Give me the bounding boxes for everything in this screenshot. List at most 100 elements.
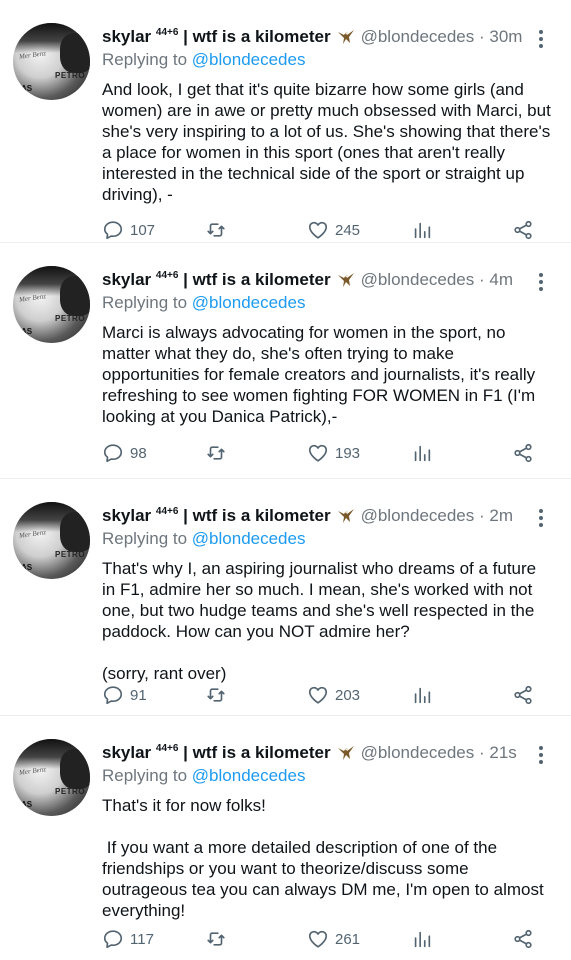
action-bar: 117 261 bbox=[102, 928, 542, 952]
like-count: 193 bbox=[335, 444, 361, 462]
reply-count: 117 bbox=[130, 930, 154, 948]
avatar-brand-text: PETRO bbox=[55, 550, 86, 559]
avatar-brand-text: PETRO bbox=[55, 314, 86, 323]
share-button[interactable] bbox=[512, 442, 534, 464]
speech-bubble-icon bbox=[103, 930, 123, 949]
reply-button[interactable]: 107 bbox=[102, 219, 155, 241]
retweet-button[interactable] bbox=[205, 684, 227, 706]
share-icon bbox=[514, 929, 532, 949]
reply-count: 98 bbox=[130, 444, 147, 462]
replying-to-link[interactable]: @blondecedes bbox=[192, 529, 306, 548]
share-button[interactable] bbox=[512, 928, 534, 950]
stats-button[interactable] bbox=[411, 684, 433, 706]
avatar-side-text: AS bbox=[21, 327, 33, 336]
replying-to: Replying to @blondecedes bbox=[102, 766, 306, 785]
bar-chart-icon bbox=[414, 931, 431, 948]
retweet-icon bbox=[207, 932, 225, 946]
speech-bubble-icon bbox=[103, 686, 123, 705]
handle-and-time[interactable]: @blondecedes · 4m bbox=[361, 270, 513, 290]
handle-and-time[interactable]: @blondecedes · 30m bbox=[361, 27, 523, 47]
like-count: 203 bbox=[335, 686, 361, 704]
replying-to: Replying to @blondecedes bbox=[102, 293, 306, 312]
display-name[interactable]: skylar 44+6 | wtf is a kilometer bbox=[102, 270, 331, 290]
like-button[interactable]: 245 bbox=[307, 219, 360, 241]
tweet[interactable]: Mer Benz PETRO AS skylar 44+6 | wtf is a… bbox=[0, 716, 571, 960]
tweet-text: That's it for now folks! If you want a m… bbox=[102, 796, 544, 920]
speech-bubble-icon bbox=[103, 444, 123, 463]
reply-button[interactable]: 117 bbox=[102, 928, 154, 950]
tweet-header: skylar 44+6 | wtf is a kilometer @blonde… bbox=[102, 268, 513, 292]
avatar-side-text: AS bbox=[21, 800, 33, 809]
more-vertical-icon[interactable] bbox=[536, 28, 546, 50]
more-vertical-icon[interactable] bbox=[536, 744, 546, 766]
replying-to-link[interactable]: @blondecedes bbox=[192, 766, 306, 785]
share-button[interactable] bbox=[512, 684, 534, 706]
replying-to-link[interactable]: @blondecedes bbox=[192, 50, 306, 69]
eagle-icon bbox=[337, 273, 354, 287]
like-button[interactable]: 203 bbox=[307, 684, 360, 706]
tweet[interactable]: Mer Benz PETRO AS skylar 44+6 | wtf is a… bbox=[0, 243, 571, 479]
avatar[interactable]: Mer Benz PETRO AS bbox=[13, 502, 90, 579]
bar-chart-icon bbox=[414, 445, 431, 462]
eagle-icon bbox=[337, 746, 354, 760]
tweet-text: And look, I get that it's quite bizarre … bbox=[102, 80, 556, 204]
retweet-button[interactable] bbox=[205, 442, 227, 464]
share-icon bbox=[514, 685, 532, 705]
share-icon bbox=[514, 443, 532, 463]
bar-chart-icon bbox=[414, 687, 431, 704]
like-count: 261 bbox=[335, 930, 361, 948]
share-icon bbox=[514, 220, 532, 240]
tweet-header: skylar 44+6 | wtf is a kilometer @blonde… bbox=[102, 504, 513, 528]
replying-to-link[interactable]: @blondecedes bbox=[192, 293, 306, 312]
avatar-brand-text: PETRO bbox=[55, 787, 86, 796]
retweet-button[interactable] bbox=[205, 928, 227, 950]
reply-button[interactable]: 98 bbox=[102, 442, 147, 464]
heart-icon bbox=[308, 686, 328, 704]
avatar-side-text: AS bbox=[21, 84, 33, 93]
handle-and-time[interactable]: @blondecedes · 2m bbox=[361, 506, 513, 526]
action-bar: 91 203 bbox=[102, 684, 542, 708]
share-button[interactable] bbox=[512, 219, 534, 241]
stats-button[interactable] bbox=[411, 219, 433, 241]
avatar[interactable]: Mer Benz PETRO AS bbox=[13, 266, 90, 343]
display-name[interactable]: skylar 44+6 | wtf is a kilometer bbox=[102, 743, 331, 763]
tweet[interactable]: Mer Benz PETRO AS skylar 44+6 | wtf is a… bbox=[0, 0, 571, 243]
eagle-icon bbox=[337, 30, 354, 44]
like-count: 245 bbox=[335, 221, 361, 239]
more-vertical-icon[interactable] bbox=[536, 507, 546, 529]
tweet-header: skylar 44+6 | wtf is a kilometer @blonde… bbox=[102, 741, 517, 765]
tweet-header: skylar 44+6 | wtf is a kilometer @blonde… bbox=[102, 25, 522, 49]
action-bar: 107 245 bbox=[102, 219, 542, 243]
retweet-icon bbox=[207, 446, 225, 460]
replying-to: Replying to @blondecedes bbox=[102, 529, 306, 548]
avatar-brand-text: PETRO bbox=[55, 71, 86, 80]
reply-count: 91 bbox=[130, 686, 147, 704]
avatar-side-text: AS bbox=[21, 563, 33, 572]
handle-and-time[interactable]: @blondecedes · 21s bbox=[361, 743, 517, 763]
reply-button[interactable]: 91 bbox=[102, 684, 147, 706]
action-bar: 98 193 bbox=[102, 442, 542, 466]
stats-button[interactable] bbox=[411, 928, 433, 950]
stats-button[interactable] bbox=[411, 442, 433, 464]
display-name[interactable]: skylar 44+6 | wtf is a kilometer bbox=[102, 27, 331, 47]
more-vertical-icon[interactable] bbox=[536, 271, 546, 293]
retweet-button[interactable] bbox=[205, 219, 227, 241]
eagle-icon bbox=[337, 509, 354, 523]
display-name[interactable]: skylar 44+6 | wtf is a kilometer bbox=[102, 506, 331, 526]
heart-icon bbox=[308, 930, 328, 948]
reply-count: 107 bbox=[130, 221, 156, 239]
like-button[interactable]: 193 bbox=[307, 442, 360, 464]
avatar[interactable]: Mer Benz PETRO AS bbox=[13, 23, 90, 100]
tweet-text: That's why I, an aspiring journalist who… bbox=[102, 559, 537, 683]
heart-icon bbox=[308, 221, 328, 239]
replying-to: Replying to @blondecedes bbox=[102, 50, 306, 69]
retweet-icon bbox=[207, 688, 225, 702]
tweet[interactable]: Mer Benz PETRO AS skylar 44+6 | wtf is a… bbox=[0, 479, 571, 716]
speech-bubble-icon bbox=[103, 221, 123, 240]
heart-icon bbox=[308, 444, 328, 462]
tweet-text: Marci is always advocating for women in … bbox=[102, 323, 540, 426]
bar-chart-icon bbox=[414, 222, 431, 239]
like-button[interactable]: 261 bbox=[307, 928, 360, 950]
avatar[interactable]: Mer Benz PETRO AS bbox=[13, 739, 90, 816]
retweet-icon bbox=[207, 223, 225, 237]
